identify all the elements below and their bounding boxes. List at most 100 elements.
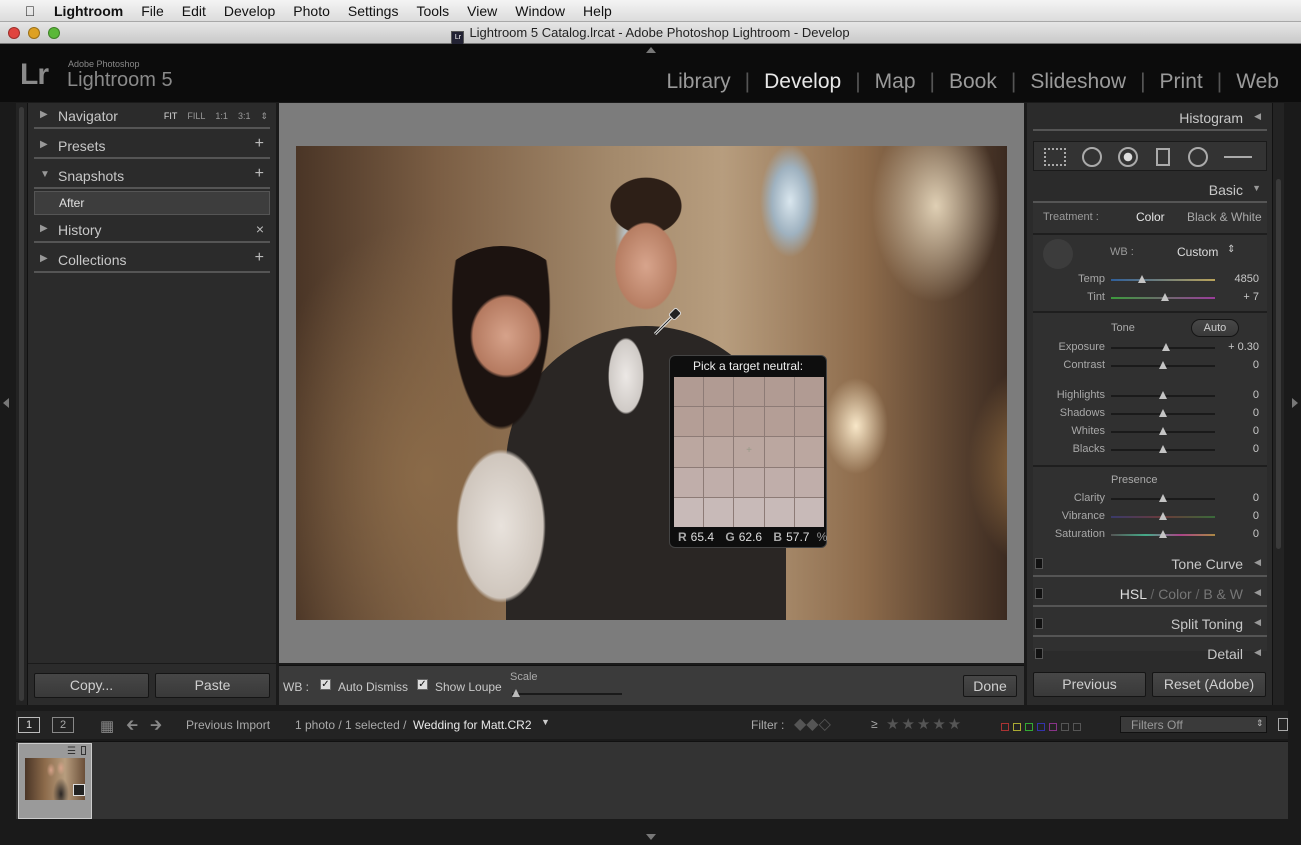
menu-tools[interactable]: Tools <box>416 3 449 19</box>
slider-value[interactable]: 0 <box>1215 510 1259 522</box>
zoom-fit[interactable]: FIT <box>164 111 178 122</box>
presets-panel-header[interactable]: ▶ Presets + <box>34 135 270 159</box>
second-window-button[interactable]: 2 <box>52 717 74 733</box>
grid-view-icon[interactable]: ▦ <box>100 717 114 735</box>
slider-track[interactable] <box>1111 293 1215 301</box>
slider-track[interactable] <box>1111 361 1215 369</box>
current-filename[interactable]: Wedding for Matt.CR2 <box>413 718 532 732</box>
slider-knob[interactable] <box>1159 427 1167 435</box>
menu-help[interactable]: Help <box>583 3 612 19</box>
top-panel-toggle-icon[interactable] <box>646 47 656 53</box>
histogram-panel-header[interactable]: Histogram ◀ <box>1033 105 1267 131</box>
slider-track[interactable] <box>1111 409 1215 417</box>
done-button[interactable]: Done <box>963 675 1017 697</box>
menu-window[interactable]: Window <box>515 3 565 19</box>
blue-label-icon[interactable] <box>1037 723 1045 731</box>
slider-knob[interactable] <box>1162 343 1171 351</box>
adjustment-brush-icon[interactable] <box>1224 156 1252 158</box>
slider-knob[interactable] <box>1159 512 1167 520</box>
module-library[interactable]: Library <box>652 70 744 94</box>
flag-filter-icons[interactable]: ◆◆◇ <box>794 714 831 734</box>
paste-settings-button[interactable]: Paste <box>155 673 270 698</box>
tab-hsl[interactable]: HSL <box>1120 586 1147 602</box>
slider-value[interactable]: 0 <box>1215 425 1259 437</box>
hsl-panel-header[interactable]: HSL / Color / B & W ◀ <box>1033 581 1267 607</box>
panel-toggle-switch[interactable] <box>1035 558 1043 569</box>
spot-removal-tool-icon[interactable] <box>1082 147 1102 167</box>
treatment-color-button[interactable]: Color <box>1136 210 1165 224</box>
rating-filter-stars[interactable]: ★★★★★ <box>886 715 963 733</box>
slider-value[interactable]: 0 <box>1215 443 1259 455</box>
red-label-icon[interactable] <box>1001 723 1009 731</box>
clear-history-icon[interactable]: × <box>256 221 264 237</box>
slider-knob[interactable] <box>1159 494 1167 502</box>
purple-label-icon[interactable] <box>1049 723 1057 731</box>
split-toning-panel-header[interactable]: Split Toning ◀ <box>1033 611 1267 637</box>
slider-track[interactable] <box>1111 494 1215 502</box>
menu-photo[interactable]: Photo <box>293 3 330 19</box>
zoom-fill[interactable]: FILL <box>187 111 205 122</box>
add-collection-icon[interactable]: + <box>255 249 264 267</box>
menu-view[interactable]: View <box>467 3 497 19</box>
zoom-1-1[interactable]: 1:1 <box>215 111 228 122</box>
slider-track[interactable] <box>1111 512 1215 520</box>
slider-knob[interactable] <box>1159 361 1167 369</box>
slider-value[interactable]: 4850 <box>1215 273 1259 285</box>
radial-filter-icon[interactable] <box>1188 147 1208 167</box>
filter-presets-select[interactable]: Filters Off <box>1120 716 1267 733</box>
previous-button[interactable]: Previous <box>1033 672 1146 697</box>
other-label-icon[interactable] <box>1061 723 1069 731</box>
filmstrip-thumbnail[interactable]: ☰ <box>18 743 92 819</box>
scale-slider[interactable] <box>512 689 622 697</box>
slider-value[interactable]: 0 <box>1215 528 1259 540</box>
right-scroll-thumb[interactable] <box>1276 179 1281 549</box>
filename-menu-chevron-icon[interactable]: ▼ <box>541 717 550 727</box>
slider-value[interactable]: 0 <box>1215 407 1259 419</box>
left-panel-toggle-icon[interactable] <box>3 398 9 408</box>
filter-lock-icon[interactable] <box>1278 718 1288 731</box>
slider-knob[interactable] <box>1161 293 1170 301</box>
menu-settings[interactable]: Settings <box>348 3 399 19</box>
collections-panel-header[interactable]: ▶ Collections + <box>34 249 270 273</box>
slider-value[interactable]: 0 <box>1215 359 1259 371</box>
slider-knob[interactable] <box>1159 445 1167 453</box>
treatment-bw-button[interactable]: Black & White <box>1187 210 1262 224</box>
snapshots-panel-header[interactable]: ▼ Snapshots + <box>34 165 270 189</box>
slider-track[interactable] <box>1111 445 1215 453</box>
green-label-icon[interactable] <box>1025 723 1033 731</box>
add-preset-icon[interactable]: + <box>255 135 264 153</box>
thumbnail-flag-icon[interactable] <box>81 746 86 755</box>
module-print[interactable]: Print <box>1146 70 1217 94</box>
forward-arrow-icon[interactable]: 🡲 <box>150 715 162 740</box>
source-label[interactable]: Previous Import <box>186 718 270 732</box>
crop-tool-icon[interactable] <box>1044 148 1066 166</box>
back-arrow-icon[interactable]: 🡰 <box>126 715 138 740</box>
zoom-window-button[interactable] <box>48 27 60 39</box>
module-book[interactable]: Book <box>935 70 1011 94</box>
basic-panel-header[interactable]: Basic ▼ <box>1033 177 1267 203</box>
apple-icon[interactable]:  <box>20 3 40 19</box>
menu-edit[interactable]: Edit <box>182 3 206 19</box>
menu-app[interactable]: Lightroom <box>54 3 123 19</box>
slider-value[interactable]: + 7 <box>1215 291 1259 303</box>
wb-preset-select[interactable]: Custom <box>1177 245 1218 259</box>
left-panel-scrollbar[interactable] <box>16 103 28 705</box>
module-develop[interactable]: Develop <box>750 70 855 94</box>
slider-value[interactable]: 0 <box>1215 389 1259 401</box>
graduated-filter-icon[interactable] <box>1156 148 1170 166</box>
main-window-button[interactable]: 1 <box>18 717 40 733</box>
right-panel-toggle-icon[interactable] <box>1292 398 1298 408</box>
reset-button[interactable]: Reset (Adobe) <box>1152 672 1266 697</box>
history-panel-header[interactable]: ▶ History × <box>34 219 270 243</box>
panel-toggle-switch[interactable] <box>1035 588 1043 599</box>
slider-track[interactable] <box>1111 391 1215 399</box>
copy-settings-button[interactable]: Copy... <box>34 673 149 698</box>
auto-dismiss-checkbox[interactable]: ✓ <box>320 679 331 690</box>
show-loupe-checkbox[interactable]: ✓ <box>417 679 428 690</box>
slider-track[interactable] <box>1111 530 1215 538</box>
navigator-panel-header[interactable]: ▶ Navigator FIT FILL 1:1 3:1 ⇕ <box>34 105 270 129</box>
left-scroll-thumb[interactable] <box>19 107 24 701</box>
wb-selector-eyedropper-icon[interactable] <box>1043 239 1073 269</box>
close-window-button[interactable] <box>8 27 20 39</box>
slider-value[interactable]: + 0.30 <box>1215 341 1259 353</box>
